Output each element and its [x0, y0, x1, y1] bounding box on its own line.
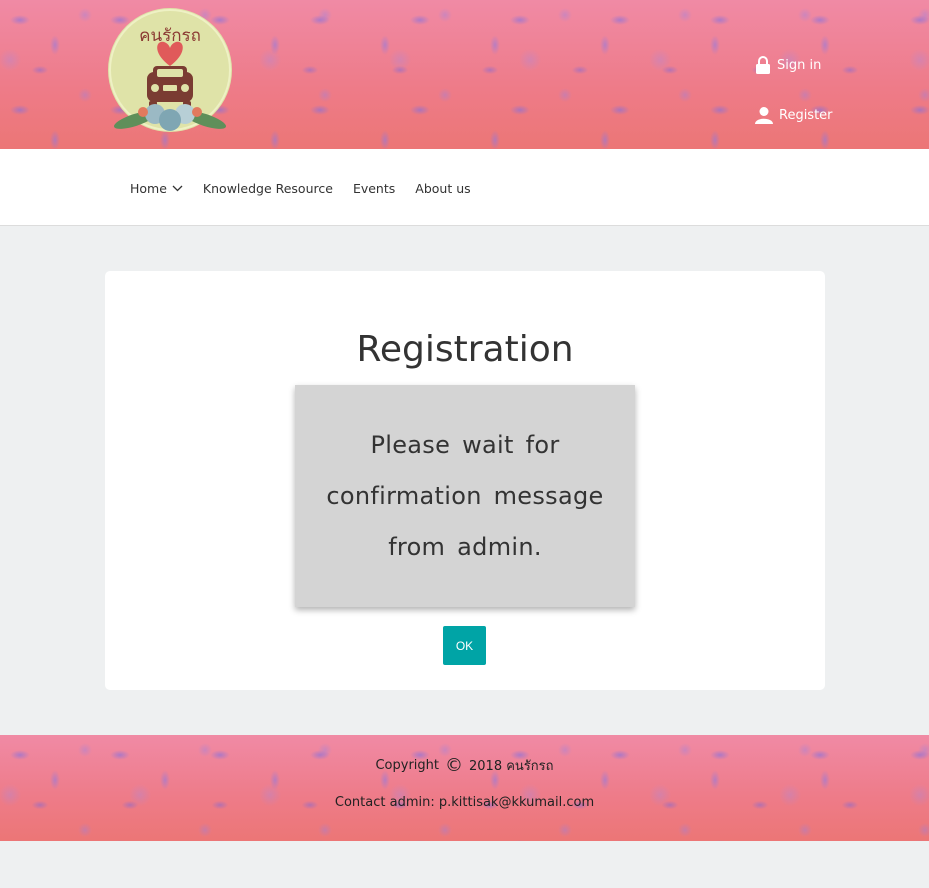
message-box: Please wait for confirmation message fro… [295, 385, 635, 607]
nav-item-events[interactable]: Events [353, 181, 395, 196]
contact-prefix: Contact admin: [334, 795, 435, 810]
nav-item-label: About us [415, 181, 471, 196]
contact-admin: Contact admin: p.kittisak@kkumail.com [0, 795, 929, 810]
sign-in-link[interactable]: Sign in [755, 56, 821, 74]
nav-item-about-us[interactable]: About us [415, 181, 470, 196]
nav-item-label: Events [352, 181, 396, 196]
copyright-suffix: 2018 คนรักรถ [469, 759, 554, 774]
registration-card: Registration Please wait for confirmatio… [105, 271, 825, 690]
sign-in-label: Sign in [777, 57, 822, 73]
register-label: Register [779, 107, 833, 123]
chevron-down-icon [172, 185, 183, 192]
nav-item-label: Knowledge Resource [202, 181, 333, 196]
copyright-symbol: © [445, 755, 463, 776]
lock-icon [756, 56, 770, 74]
site-header: คนรักรถ Sign in Register [0, 0, 929, 149]
logo-text: คนรักรถ [139, 26, 201, 46]
logo-image: คนรักรถ [108, 8, 232, 132]
nav-item-label: Home [130, 181, 167, 196]
site-logo[interactable]: คนรักรถ [105, 8, 235, 136]
main-nav: Home Knowledge Resource Events About us [0, 149, 929, 226]
copyright-prefix: Copyright [375, 758, 439, 773]
site-footer: Copyright © 2018 คนรักรถ Contact admin: … [0, 735, 929, 841]
user-icon [755, 107, 773, 124]
confirmation-message: Please wait for confirmation message fro… [326, 430, 604, 561]
copyright: Copyright © 2018 คนรักรถ [0, 755, 929, 776]
nav-item-knowledge-resource[interactable]: Knowledge Resource [203, 181, 333, 196]
ok-button[interactable]: OK [443, 626, 486, 665]
page-title: Registration [356, 329, 574, 370]
contact-email-link[interactable]: p.kittisak@kkumail.com [439, 795, 594, 810]
nav-item-home[interactable]: Home [130, 181, 183, 196]
register-link[interactable]: Register [755, 106, 833, 124]
